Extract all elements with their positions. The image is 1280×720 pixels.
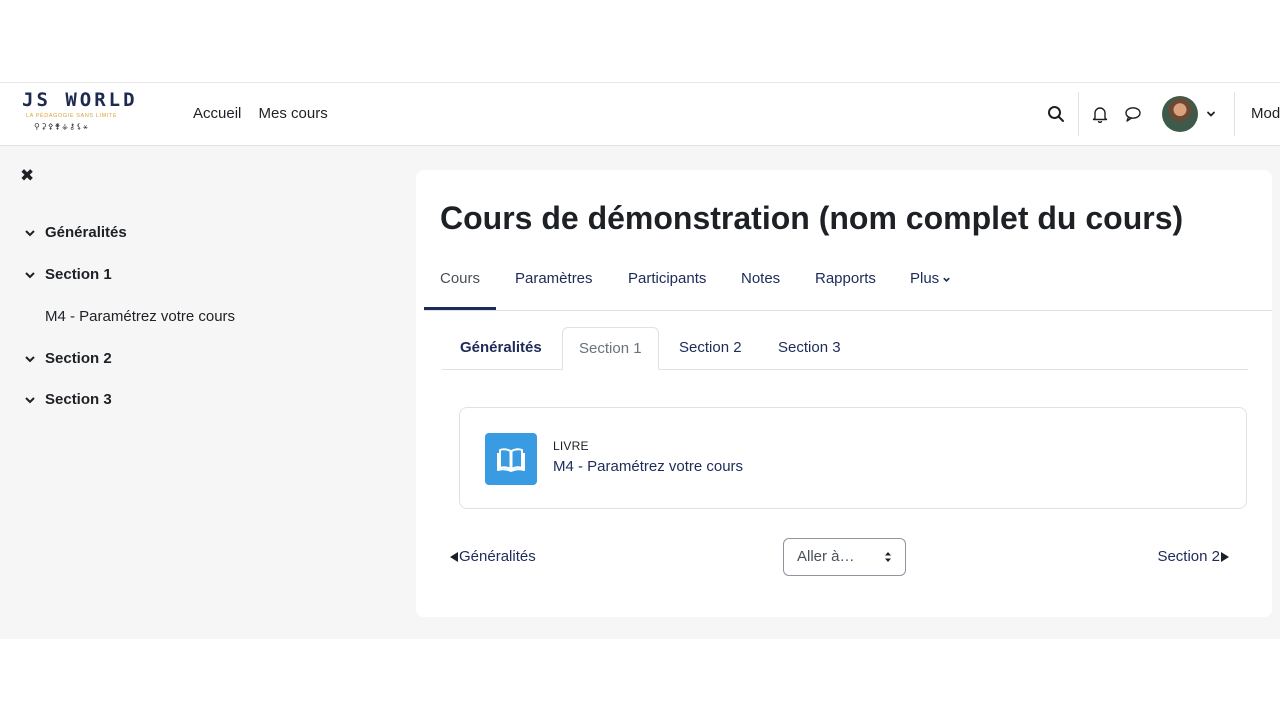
section-tab-generalites[interactable]: Généralités (460, 327, 542, 369)
navbar-divider (1234, 92, 1235, 136)
drawer-item-label: Section 2 (45, 350, 112, 367)
chevron-down-icon[interactable] (1206, 109, 1216, 119)
chevron-down-icon (943, 277, 950, 282)
previous-section-link[interactable]: Généralités (449, 548, 536, 565)
chevron-down-icon (25, 355, 35, 362)
navbar-divider (1078, 92, 1079, 136)
activity-item: LIVRE M4 - Paramétrez votre cours (459, 407, 1247, 509)
drawer-item-label: Section 3 (45, 391, 112, 408)
logo-tagline: LA PÉDAGOGIE SANS LIMITE (26, 113, 118, 119)
jump-to-select[interactable]: Aller à… (783, 538, 906, 576)
drawer-item-label: Section 1 (45, 266, 112, 283)
site-logo[interactable]: JS WORLD LA PÉDAGOGIE SANS LIMITE ⚲⚳⚴⚵⚶⚷… (20, 89, 150, 143)
tab-cours[interactable]: Cours (424, 266, 497, 310)
section-tabs: Généralités Section 1 Section 2 Section … (442, 327, 1248, 370)
activity-type: LIVRE (553, 439, 589, 453)
caret-right-icon (1221, 551, 1229, 562)
course-index-drawer: ✖ Généralités Section 1 M4 - Paramétrez … (0, 146, 294, 639)
tab-participants[interactable]: Participants (628, 266, 706, 310)
tab-parametres[interactable]: Paramètres (515, 266, 593, 310)
edit-mode-label[interactable]: Mod (1251, 105, 1280, 122)
tab-plus[interactable]: Plus (910, 266, 951, 310)
tab-plus-label: Plus (910, 270, 940, 287)
avatar[interactable] (1162, 96, 1198, 132)
chevron-down-icon (25, 271, 35, 278)
section-tab-section-1[interactable]: Section 1 (562, 327, 659, 370)
next-section-label: Section 2 (1157, 548, 1220, 565)
logo-figures-icon: ⚲⚳⚴⚵⚶⚷⚸⚹ (34, 122, 89, 131)
section-tab-section-3[interactable]: Section 3 (778, 327, 841, 369)
nav-link-accueil[interactable]: Accueil (193, 105, 241, 122)
drawer-item-section-2[interactable]: Section 2 (24, 350, 112, 367)
caret-left-icon (450, 551, 458, 562)
top-navbar: JS WORLD LA PÉDAGOGIE SANS LIMITE ⚲⚳⚴⚵⚶⚷… (0, 83, 1280, 146)
tab-rapports[interactable]: Rapports (815, 266, 876, 310)
moodle-window: JS WORLD LA PÉDAGOGIE SANS LIMITE ⚲⚳⚴⚵⚶⚷… (0, 82, 1280, 639)
previous-section-label: Généralités (459, 548, 536, 565)
section-tab-section-2[interactable]: Section 2 (679, 327, 742, 369)
next-section-link[interactable]: Section 2 (1157, 548, 1230, 565)
drawer-item-label: Généralités (45, 224, 127, 241)
logo-title: JS WORLD (22, 89, 138, 111)
page-title: Cours de démonstration (nom complet du c… (440, 200, 1184, 236)
jump-to-value: Aller à… (797, 548, 855, 565)
chevron-down-icon (25, 229, 35, 236)
close-icon[interactable]: ✖ (20, 166, 34, 186)
drawer-activity-link[interactable]: M4 - Paramétrez votre cours (45, 308, 235, 325)
activity-link[interactable]: M4 - Paramétrez votre cours (553, 458, 743, 475)
sort-caret-icon (885, 552, 891, 562)
course-secondary-nav: Cours Paramètres Participants Notes Rapp… (424, 266, 1272, 311)
drawer-item-section-1[interactable]: Section 1 (24, 266, 112, 283)
primary-nav: Accueil Mes cours (193, 105, 341, 122)
book-icon[interactable] (485, 433, 537, 485)
drawer-item-generalites[interactable]: Généralités (24, 224, 127, 241)
search-icon[interactable] (1047, 105, 1065, 123)
drawer-item-section-3[interactable]: Section 3 (24, 391, 112, 408)
nav-link-mes-cours[interactable]: Mes cours (259, 105, 328, 122)
bell-icon[interactable] (1091, 105, 1109, 123)
chat-icon[interactable] (1124, 105, 1142, 123)
chevron-down-icon (25, 396, 35, 403)
course-card: Cours de démonstration (nom complet du c… (416, 170, 1272, 617)
tab-notes[interactable]: Notes (741, 266, 780, 310)
